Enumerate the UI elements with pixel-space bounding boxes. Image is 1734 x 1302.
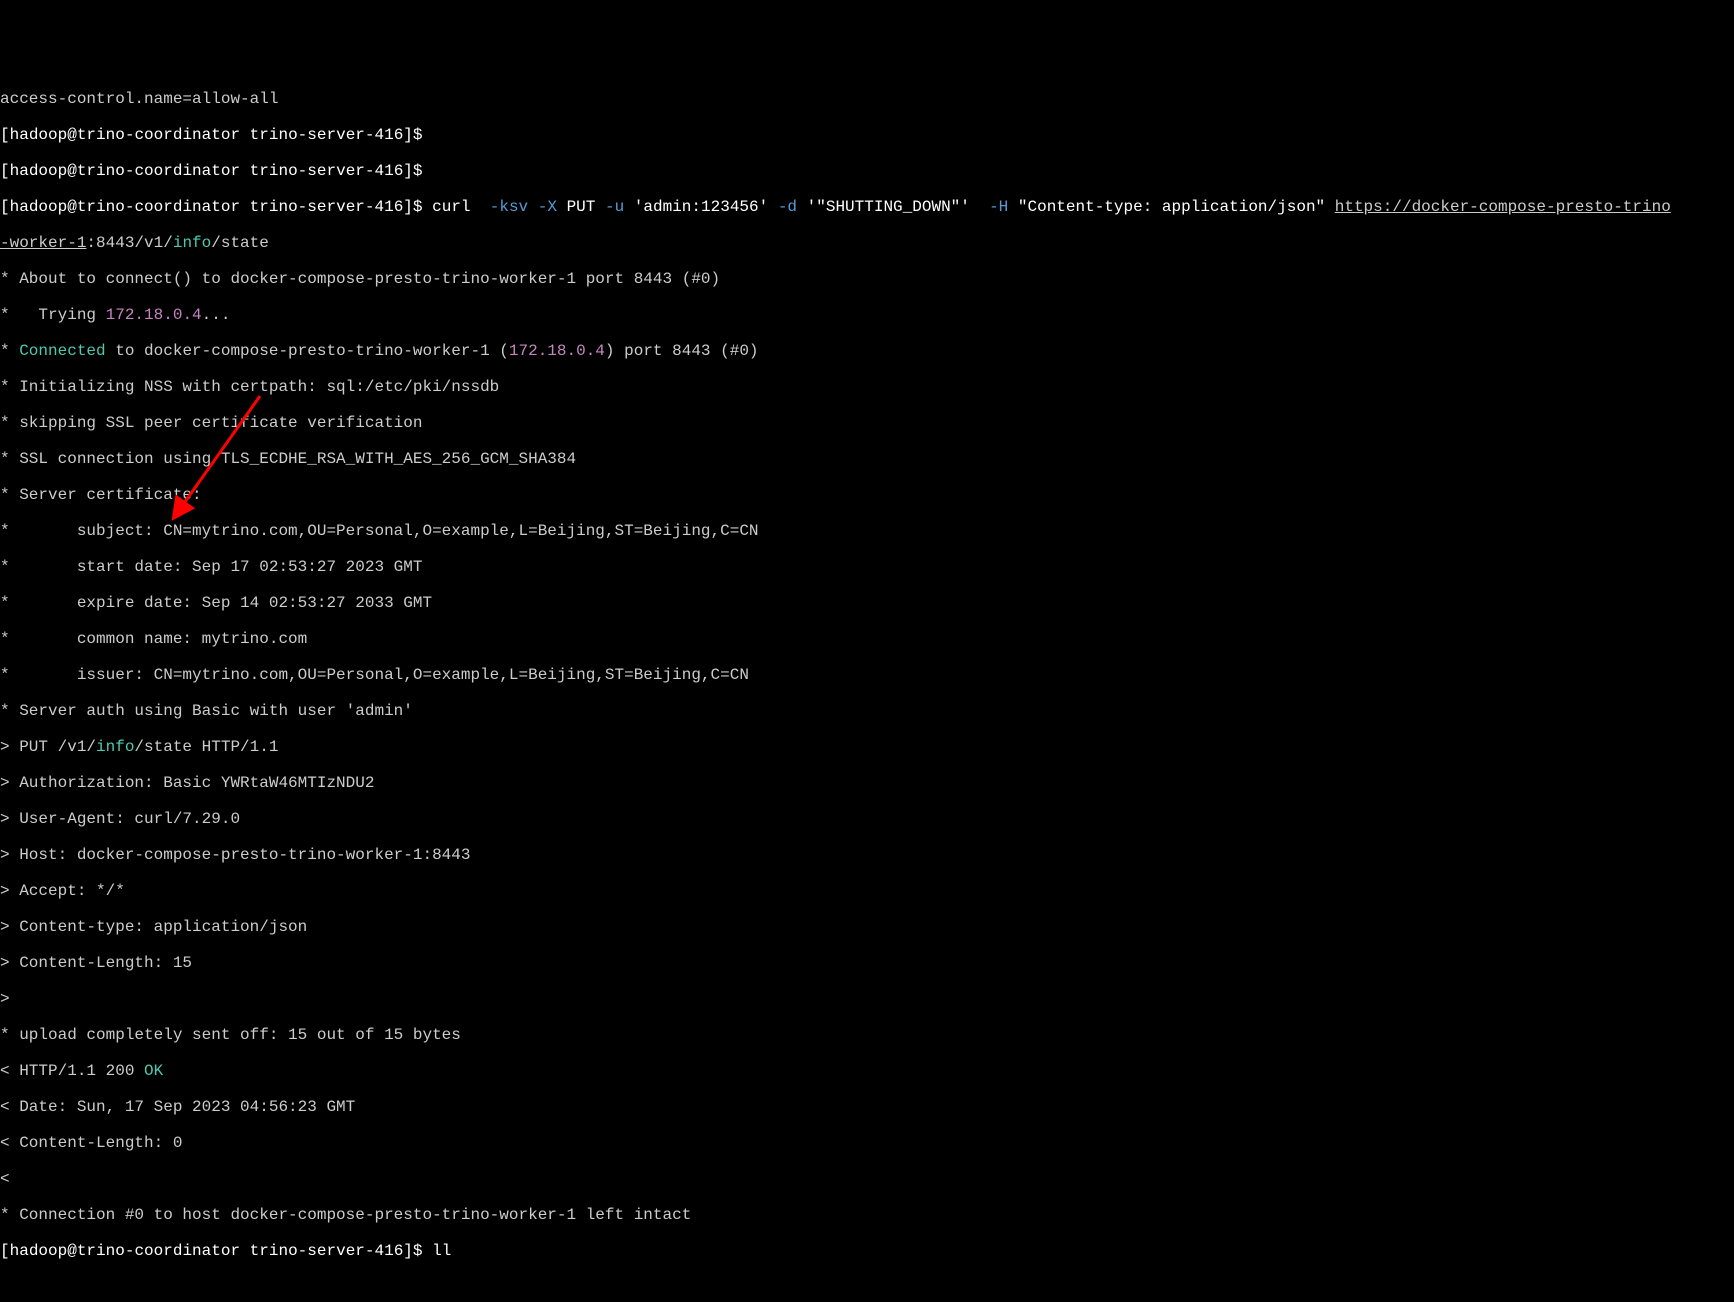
prompt-line-empty-1: [hadoop@trino-coordinator trino-server-4… <box>0 126 1734 144</box>
output-line: * expire date: Sep 14 02:53:27 2033 GMT <box>0 594 1734 612</box>
output-line: * issuer: CN=mytrino.com,OU=Personal,O=e… <box>0 666 1734 684</box>
request-url[interactable]: https://docker-compose-presto-trino <box>1335 198 1671 216</box>
output-line: * Connection #0 to host docker-compose-p… <box>0 1206 1734 1224</box>
output-line: * Server certificate: <box>0 486 1734 504</box>
cut-line: access-control.name=allow-all <box>0 90 1734 108</box>
prompt-line-curl: [hadoop@trino-coordinator trino-server-4… <box>0 198 1734 216</box>
output-line: > <box>0 990 1734 1008</box>
output-line: * skipping SSL peer certificate verifica… <box>0 414 1734 432</box>
output-line: < <box>0 1170 1734 1188</box>
output-line: * common name: mytrino.com <box>0 630 1734 648</box>
output-line: > PUT /v1/info/state HTTP/1.1 <box>0 738 1734 756</box>
output-line: * About to connect() to docker-compose-p… <box>0 270 1734 288</box>
http-status-line: < HTTP/1.1 200 OK <box>0 1062 1734 1080</box>
output-line: > Content-type: application/json <box>0 918 1734 936</box>
output-line: > User-Agent: curl/7.29.0 <box>0 810 1734 828</box>
terminal-output[interactable]: access-control.name=allow-all [hadoop@tr… <box>0 72 1734 1278</box>
prompt-line-ll: [hadoop@trino-coordinator trino-server-4… <box>0 1242 1734 1260</box>
output-line: * Server auth using Basic with user 'adm… <box>0 702 1734 720</box>
url-continuation: -worker-1:8443/v1/info/state <box>0 234 1734 252</box>
output-line: * SSL connection using TLS_ECDHE_RSA_WIT… <box>0 450 1734 468</box>
output-line: * Connected to docker-compose-presto-tri… <box>0 342 1734 360</box>
output-line: * subject: CN=mytrino.com,OU=Personal,O=… <box>0 522 1734 540</box>
output-line: > Host: docker-compose-presto-trino-work… <box>0 846 1734 864</box>
output-line: * Trying 172.18.0.4... <box>0 306 1734 324</box>
output-line: > Content-Length: 15 <box>0 954 1734 972</box>
output-line: > Authorization: Basic YWRtaW46MTIzNDU2 <box>0 774 1734 792</box>
prompt-line-empty-2: [hadoop@trino-coordinator trino-server-4… <box>0 162 1734 180</box>
output-line: < Content-Length: 0 <box>0 1134 1734 1152</box>
output-line: * Initializing NSS with certpath: sql:/e… <box>0 378 1734 396</box>
output-line: * start date: Sep 17 02:53:27 2023 GMT <box>0 558 1734 576</box>
output-line: > Accept: */* <box>0 882 1734 900</box>
output-line: * upload completely sent off: 15 out of … <box>0 1026 1734 1044</box>
output-line: < Date: Sun, 17 Sep 2023 04:56:23 GMT <box>0 1098 1734 1116</box>
request-url-cont[interactable]: -worker-1 <box>0 234 86 252</box>
